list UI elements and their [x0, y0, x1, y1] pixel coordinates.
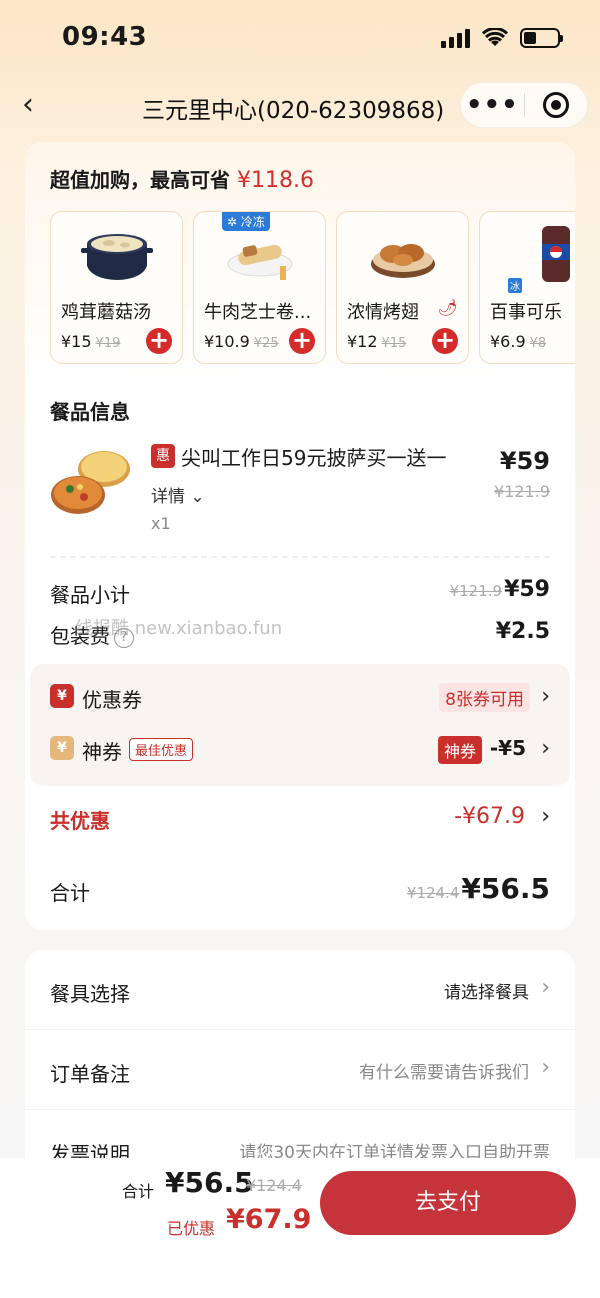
chevron-down-icon: ⌄ [190, 487, 205, 507]
product-detail-label: 详情 [151, 487, 185, 507]
bottom-total: ¥56.5 [165, 1166, 254, 1199]
order-note-label: 订单备注 [50, 1062, 130, 1086]
addon-title-text: 超值加购，最高可省 [50, 168, 230, 192]
tableware-row[interactable]: 餐具选择 请选择餐具 › [25, 950, 575, 1030]
shen-coupon-amount: -¥5 [489, 736, 526, 760]
tableware-label: 餐具选择 [50, 982, 130, 1006]
addon-item[interactable]: 浓情烤翅 🌶 ¥12 ¥15 + [336, 211, 469, 364]
product-orig-price: ¥121.9 [494, 482, 550, 501]
subtotal-value: ¥121.9¥59 [450, 577, 550, 602]
chevron-right-icon[interactable]: › [541, 804, 550, 829]
addon-orig-price: ¥25 [253, 336, 279, 351]
discount-badge: 惠 [151, 444, 175, 468]
miniapp-capsule: ••• [460, 82, 588, 128]
addon-price: ¥12 ¥15 [347, 332, 406, 351]
addon-price-value: ¥12 [347, 332, 378, 351]
close-miniapp-button[interactable] [525, 92, 588, 118]
status-time: 09:43 [62, 22, 148, 52]
addon-price-value: ¥10.9 [204, 332, 250, 351]
subtotal-orig: ¥121.9 [449, 582, 503, 600]
total-value: ¥124.4¥56.5 [407, 872, 550, 905]
order-note-value: 有什么需要请告诉我们 [359, 1063, 529, 1083]
divider [50, 556, 550, 558]
add-button[interactable]: + [289, 328, 315, 354]
bottom-total-label: 合计 [122, 1182, 155, 1201]
addon-name: 牛肉芝士卷... [204, 302, 312, 323]
subtotal-label: 餐品小计 [50, 583, 130, 607]
signal-icon [441, 28, 470, 48]
order-card: 超值加购，最高可省 ¥118.6 鸡茸蘑菇汤 ¥15 ¥19 + ✲ 冷冻 牛肉… [25, 142, 575, 930]
add-button[interactable]: + [146, 328, 172, 354]
chevron-right-icon[interactable]: › [541, 684, 550, 709]
status-icons [441, 28, 563, 48]
meal-info-label: 餐品信息 [50, 400, 130, 424]
bottom-orig-total: ¥124.4 [246, 1176, 302, 1195]
order-note-row[interactable]: 订单备注 有什么需要请告诉我们 › [25, 1030, 575, 1110]
coupon-icon: ¥ [50, 684, 74, 708]
addon-price: ¥10.9 ¥25 [204, 332, 279, 351]
beef-roll-image [227, 244, 293, 280]
addon-price-value: ¥15 [61, 332, 92, 351]
chili-icon: 🌶 [437, 298, 458, 317]
chevron-right-icon: › [541, 1055, 550, 1080]
soup-image [81, 234, 153, 280]
addon-price: ¥15 ¥19 [61, 332, 120, 351]
chevron-right-icon: › [541, 975, 550, 1000]
back-button[interactable]: ‹ [22, 90, 52, 120]
shen-coupon-icon: ¥ [50, 736, 74, 760]
ice-tag: 冰 [508, 278, 522, 293]
nav-bar: ‹ 三元里中心(020-62309868) ••• [0, 82, 600, 130]
product-price: ¥59 [499, 447, 550, 475]
total-discount-value[interactable]: -¥67.9 [454, 804, 525, 829]
checkout-bar: 合计 ¥56.5 ¥124.4 已优惠 ¥67.9 去支付 [0, 1158, 600, 1298]
watermark: 线报酷 new.xianbao.fun [75, 618, 283, 639]
subtotal-amount: ¥59 [504, 577, 550, 602]
shen-coupon-label: 神券 [82, 740, 122, 764]
total-label: 合计 [50, 881, 90, 905]
coupon-label: 优惠券 [82, 688, 142, 712]
addon-title: 超值加购，最高可省 ¥118.6 [50, 164, 314, 193]
total-orig: ¥124.4 [406, 884, 460, 902]
product-name: 尖叫工作日59元披萨买一送一 [181, 446, 447, 470]
battery-icon [520, 28, 563, 48]
addon-name: 鸡茸蘑菇汤 [61, 302, 151, 323]
addon-item[interactable]: 鸡茸蘑菇汤 ¥15 ¥19 + [50, 211, 183, 364]
addon-orig-price: ¥19 [95, 336, 121, 351]
pepsi-image [542, 226, 570, 282]
product-detail-toggle[interactable]: 详情 ⌄ [151, 482, 205, 507]
addon-name: 百事可乐 [490, 302, 562, 323]
wifi-icon [482, 28, 508, 46]
product-quantity: x1 [151, 514, 171, 533]
packaging-value: ¥2.5 [495, 619, 550, 644]
add-button[interactable]: + [432, 328, 458, 354]
more-button[interactable]: ••• [461, 85, 524, 125]
total-discount-label: 共优惠 [50, 809, 110, 833]
store-title: 三元里中心(020-62309868) [142, 98, 445, 124]
tableware-value: 请选择餐具 [444, 983, 529, 1003]
pizza-image [51, 451, 130, 514]
total-amount: ¥56.5 [461, 872, 550, 905]
bottom-discount-label: 已优惠 [167, 1219, 216, 1238]
chevron-right-icon[interactable]: › [541, 736, 550, 761]
shen-coupon-tag: 神券 [437, 736, 482, 764]
addon-price-value: ¥6.9 [490, 332, 526, 351]
addon-list: 鸡茸蘑菇汤 ¥15 ¥19 + ✲ 冷冻 牛肉芝士卷... ¥10.9 ¥25 + [50, 211, 575, 366]
coupon-box: ¥ 优惠券 8张券可用 › ¥ 神券 最佳优惠 神券 -¥5 › [30, 664, 570, 786]
pay-button[interactable]: 去支付 [320, 1171, 576, 1235]
best-offer-tag: 最佳优惠 [129, 738, 194, 761]
wings-image [371, 244, 435, 278]
addon-orig-price: ¥15 [381, 336, 407, 351]
bottom-discount: ¥67.9 [226, 1204, 312, 1235]
coupon-available-tag[interactable]: 8张券可用 [439, 683, 530, 712]
addon-price: ¥6.9 ¥8 [490, 332, 546, 351]
addon-orig-price: ¥8 [529, 336, 547, 351]
addon-item[interactable]: 冰 百事可乐 ¥6.9 ¥8 [479, 211, 575, 364]
addon-item[interactable]: ✲ 冷冻 牛肉芝士卷... ¥10.9 ¥25 + [193, 211, 326, 364]
target-icon [542, 92, 569, 118]
addon-save-amount: ¥118.6 [236, 168, 314, 193]
status-bar: 09:43 [0, 0, 600, 80]
